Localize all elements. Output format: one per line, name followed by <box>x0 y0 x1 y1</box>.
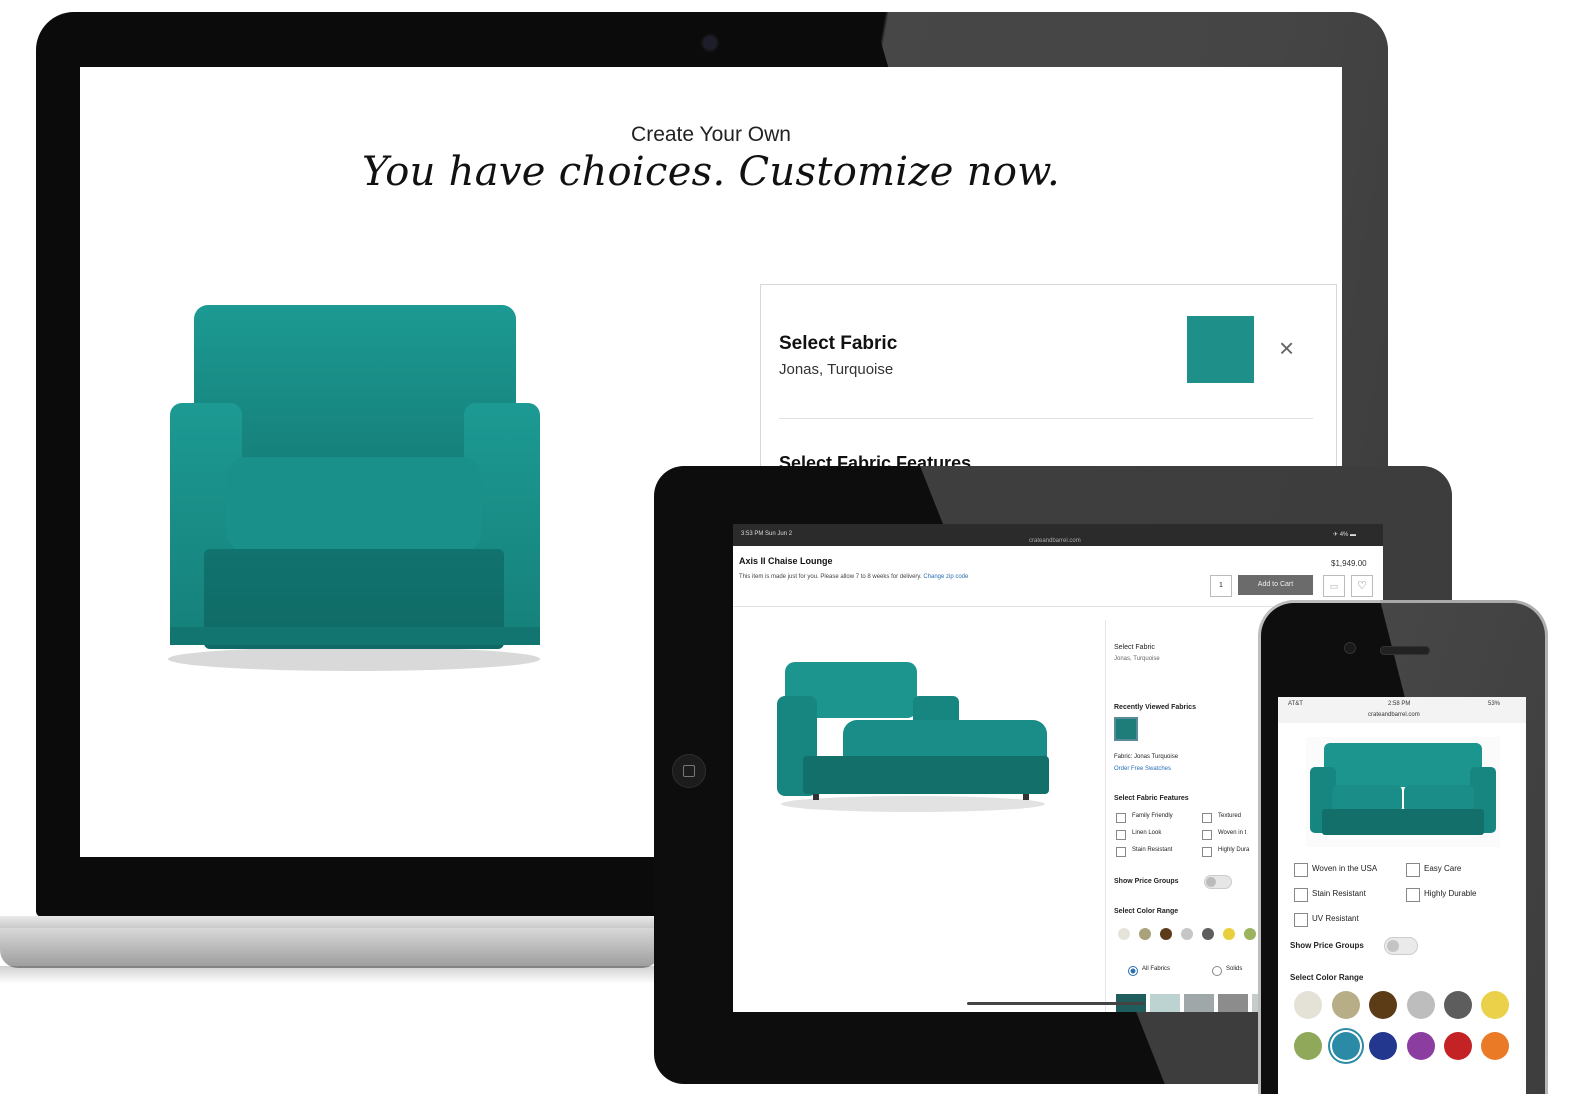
color-swatch[interactable] <box>1294 1032 1322 1060</box>
heart-icon[interactable]: ♡ <box>1351 575 1373 597</box>
registry-icon[interactable]: ▭ <box>1323 575 1345 597</box>
color-swatch[interactable] <box>1369 991 1397 1019</box>
color-swatch[interactable] <box>1202 928 1214 940</box>
color-swatch[interactable] <box>1244 928 1256 940</box>
color-swatch-selected[interactable] <box>1332 1032 1360 1060</box>
color-swatch[interactable] <box>1444 991 1472 1019</box>
solids-label: Solids <box>1226 966 1243 972</box>
feature-checkbox[interactable] <box>1202 830 1212 840</box>
phone-speaker <box>1380 646 1430 655</box>
price-groups-toggle[interactable] <box>1204 875 1232 889</box>
phone-color-range: Select Color Range <box>1290 973 1364 982</box>
feature-checkbox[interactable] <box>1116 813 1126 823</box>
tablet-status-time: 3:53 PM Sun Jun 2 <box>741 531 793 537</box>
color-swatch[interactable] <box>1160 928 1172 940</box>
laptop-shadow <box>0 966 660 984</box>
armchair-image <box>168 305 540 671</box>
feature-checkbox[interactable] <box>1294 913 1308 927</box>
solids-radio[interactable] <box>1212 966 1222 976</box>
phone-battery: 53% <box>1488 701 1501 707</box>
phone-show-price-groups: Show Price Groups <box>1290 941 1364 950</box>
fabric-line: Fabric: Jonas Turquoise <box>1114 754 1179 760</box>
order-swatches-link[interactable]: Order Free Swatches <box>1114 766 1171 772</box>
feature-checkbox[interactable] <box>1202 847 1212 857</box>
add-to-cart-button[interactable]: Add to Cart <box>1238 575 1313 595</box>
color-swatch[interactable] <box>1332 991 1360 1019</box>
product-title: Axis II Chaise Lounge <box>739 556 833 566</box>
color-swatch[interactable] <box>1481 1032 1509 1060</box>
all-fabrics-radio[interactable] <box>1128 966 1138 976</box>
quantity-input[interactable]: 1 <box>1210 575 1232 597</box>
fabric-tile[interactable] <box>1150 994 1180 1012</box>
product-price: $1,949.00 <box>1331 559 1367 568</box>
delivery-note-text: This item is made just for you. Please a… <box>739 574 922 580</box>
color-swatch[interactable] <box>1407 1032 1435 1060</box>
feature-label: UV Resistant <box>1312 914 1359 923</box>
color-swatch[interactable] <box>1369 1032 1397 1060</box>
feature-label: Stain Resistant <box>1312 889 1366 898</box>
tablet-color-range: Select Color Range <box>1114 908 1179 915</box>
feature-checkbox[interactable] <box>1294 863 1308 877</box>
feature-label: Textured <box>1218 813 1242 819</box>
panel-title: Select Fabric <box>779 333 898 354</box>
tablet-fabric-value: Jonas, Turquoise <box>1114 656 1160 662</box>
laptop-camera-icon <box>703 36 717 50</box>
tablet-scrollbar[interactable] <box>967 1002 1145 1005</box>
tablet-features-heading: Select Fabric Features <box>1114 795 1189 802</box>
feature-label: Highly Durable <box>1424 889 1477 898</box>
feature-checkbox[interactable] <box>1294 888 1308 902</box>
delivery-note: This item is made just for you. Please a… <box>739 574 968 580</box>
feature-label: Easy Care <box>1424 864 1462 873</box>
laptop-base-lip <box>0 916 660 928</box>
chaise-lounge-image <box>777 662 1049 812</box>
feature-checkbox[interactable] <box>1406 888 1420 902</box>
panel-divider <box>779 418 1313 419</box>
change-zip-link[interactable]: Change zip code <box>923 574 968 580</box>
color-swatch[interactable] <box>1118 928 1130 940</box>
phone-camera-icon <box>1344 642 1356 654</box>
close-icon[interactable]: × <box>1279 335 1294 361</box>
color-swatch[interactable] <box>1444 1032 1472 1060</box>
feature-label: Highly Dura <box>1218 847 1250 853</box>
feature-label: Linen Look <box>1132 830 1162 836</box>
phone-time: 2:58 PM <box>1388 701 1411 707</box>
hero-headline: You have choices. Customize now. <box>361 149 1061 195</box>
feature-checkbox[interactable] <box>1202 813 1212 823</box>
fabric-swatch[interactable] <box>1187 316 1254 383</box>
feature-checkbox[interactable] <box>1116 830 1126 840</box>
hero-eyebrow: Create Your Own <box>631 123 791 146</box>
tablet-status-battery: ✈ 4% ▬ <box>1333 532 1357 538</box>
tablet-select-fabric: Select Fabric <box>1114 644 1155 651</box>
feature-checkbox[interactable] <box>1406 863 1420 877</box>
phone-status-bar: AT&T 2:58 PM 53% crateandbarrel.com <box>1278 697 1526 723</box>
tablet-show-price-groups: Show Price Groups <box>1114 878 1179 885</box>
feature-checkbox[interactable] <box>1116 847 1126 857</box>
all-fabrics-label: All Fabrics <box>1142 966 1171 972</box>
feature-label: Family Friendly <box>1132 813 1173 819</box>
feature-label: Woven in the USA <box>1312 864 1378 873</box>
color-swatch[interactable] <box>1181 928 1193 940</box>
color-swatch[interactable] <box>1294 991 1322 1019</box>
recently-viewed-heading: Recently Viewed Fabrics <box>1114 704 1196 711</box>
tablet-status-url: crateandbarrel.com <box>1029 538 1081 544</box>
color-swatch[interactable] <box>1223 928 1235 940</box>
phone-url[interactable]: crateandbarrel.com <box>1368 712 1420 718</box>
phone-screen: AT&T 2:58 PM 53% crateandbarrel.com Wove… <box>1278 697 1526 1094</box>
sofa-image <box>1306 737 1500 847</box>
tablet-status-bar: 3:53 PM Sun Jun 2 crateandbarrel.com ✈ 4… <box>733 524 1383 546</box>
panel-fabric-name: Jonas, Turquoise <box>779 361 894 378</box>
recent-fabric-swatch[interactable] <box>1114 717 1138 741</box>
feature-label: Woven in t <box>1218 830 1247 836</box>
laptop-base <box>0 928 660 968</box>
feature-label: Stain Resistant <box>1132 847 1173 853</box>
phone-carrier: AT&T <box>1288 701 1303 707</box>
fabric-tile[interactable] <box>1218 994 1248 1012</box>
color-swatch[interactable] <box>1139 928 1151 940</box>
color-swatch[interactable] <box>1407 991 1435 1019</box>
color-swatch[interactable] <box>1481 991 1509 1019</box>
home-button-icon[interactable] <box>672 754 706 788</box>
fabric-tile[interactable] <box>1184 994 1214 1012</box>
phone-price-groups-toggle[interactable] <box>1384 937 1418 955</box>
